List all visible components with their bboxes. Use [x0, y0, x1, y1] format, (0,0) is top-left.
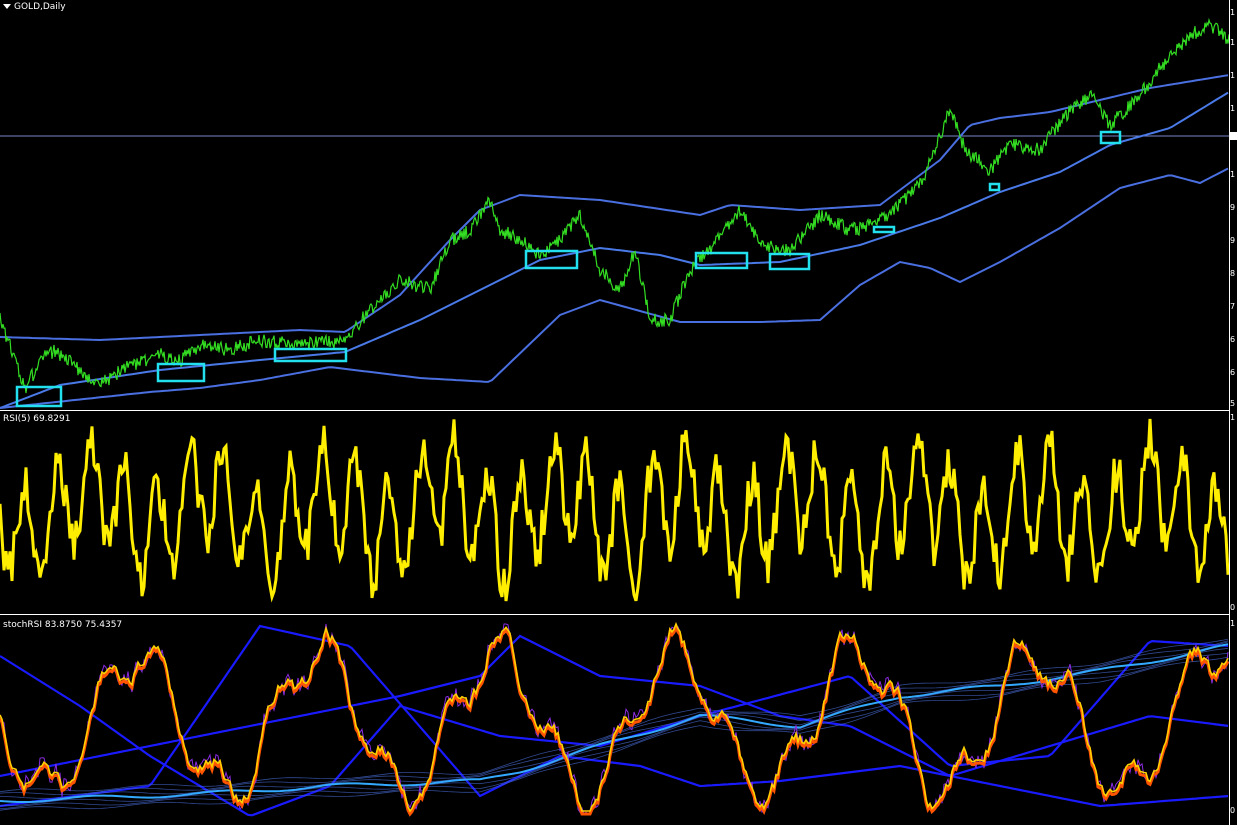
stoch-band-line — [0, 624, 1229, 808]
axis-tick: 1 — [1230, 38, 1236, 47]
stoch-average-line — [0, 648, 1229, 807]
rsi-pane[interactable]: RSI(5) 69.8291 — [0, 411, 1229, 614]
rsi-chart-svg — [0, 418, 1229, 603]
current-price-marker — [1229, 132, 1237, 140]
highlight-box[interactable] — [1099, 130, 1122, 145]
axis-tick: 1 — [1230, 71, 1236, 80]
price-chart-svg — [0, 17, 1229, 409]
axis-tick: 1 — [1230, 8, 1236, 17]
stochrsi-pane[interactable]: stochRSI 83.8750 75.4357 — [0, 616, 1229, 825]
highlight-boxes — [15, 130, 1122, 408]
stoch-slow-line — [0, 622, 1229, 817]
axis-tick: 7 — [1230, 302, 1236, 311]
axis-tick: 1 — [1230, 104, 1236, 113]
stoch-band-line — [0, 634, 1229, 778]
stoch-average-line — [0, 640, 1229, 795]
axis-tick: 0 — [1230, 806, 1236, 815]
highlight-box[interactable] — [872, 225, 896, 234]
highlight-box[interactable] — [988, 182, 1001, 192]
axis-tick: 1 — [1230, 170, 1236, 179]
axis-tick: 9 — [1230, 203, 1236, 212]
stoch-average-line — [0, 638, 1229, 793]
rsi-line — [0, 418, 1229, 603]
axis-tick: 9 — [1230, 236, 1236, 245]
axis-tick: 0 — [1230, 603, 1236, 612]
bollinger-lower-band — [0, 167, 1229, 409]
gold-price-line — [0, 17, 1229, 394]
bollinger-upper-band — [0, 74, 1229, 342]
axis-tick: 1 — [1230, 413, 1236, 422]
axis-tick: 1 — [1230, 619, 1236, 628]
price-chart-pane[interactable]: GOLD,Daily — [0, 0, 1229, 410]
stoch-average-line — [0, 641, 1229, 799]
axis-tick: 6 — [1230, 368, 1236, 377]
stoch-average-line — [0, 643, 1229, 803]
stoch-fast-line — [0, 621, 1229, 813]
pane-separator[interactable] — [0, 614, 1237, 615]
axis-tick: 6 — [1230, 335, 1236, 344]
stochrsi-chart-svg — [0, 621, 1229, 817]
axis-tick: 5 — [1230, 399, 1236, 408]
axis-tick: 8 — [1230, 269, 1236, 278]
